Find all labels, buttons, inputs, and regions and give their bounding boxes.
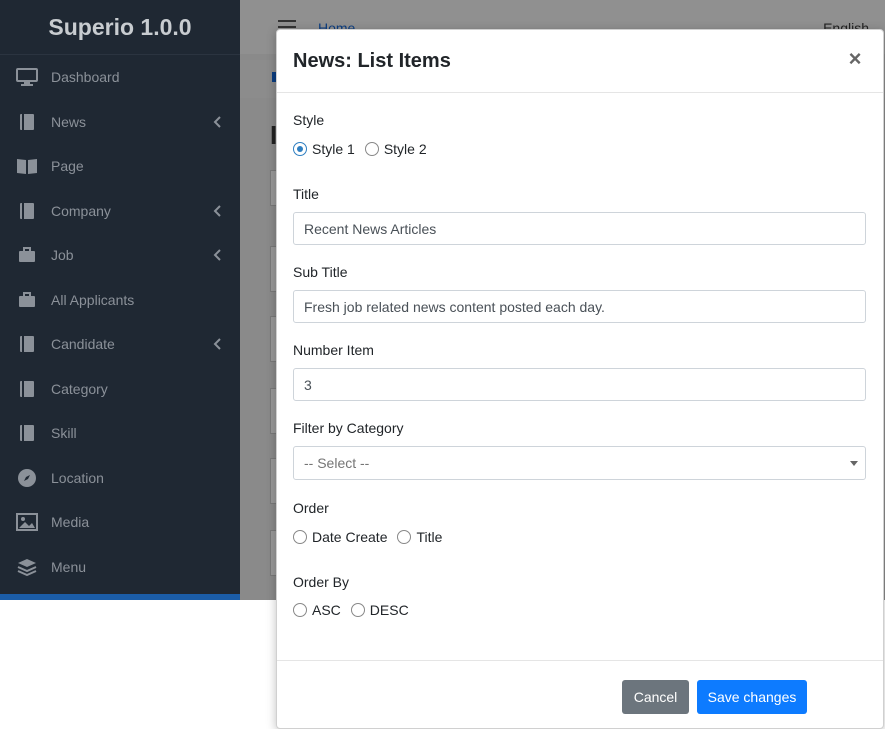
modal-footer: Cancel Save changes — [277, 660, 883, 729]
sidebar-item-candidate[interactable]: Candidate — [0, 322, 240, 367]
sidebar-item-category[interactable]: Category — [0, 367, 240, 412]
sidebar-item-news[interactable]: News — [0, 100, 240, 145]
sidebar-item-label: Company — [51, 202, 111, 219]
filter-category-select[interactable]: -- Select -- — [293, 446, 866, 480]
sidebar-item-label: Media — [51, 514, 90, 531]
sidebar-item-label: Skill — [51, 425, 77, 442]
sidebar-item-page[interactable]: Page — [0, 144, 240, 189]
chevron-left-icon — [213, 249, 221, 261]
order-by-asc-radio[interactable] — [293, 603, 307, 617]
sidebar: Superio 1.0.0 Dashboard News Page Compan… — [0, 0, 240, 600]
subtitle-input[interactable] — [293, 290, 866, 323]
save-changes-button[interactable]: Save changes — [697, 680, 807, 714]
close-icon[interactable]: × — [845, 48, 865, 72]
order-date-create-radio[interactable] — [293, 530, 307, 544]
sidebar-item-label: Category — [51, 380, 108, 397]
list-items-modal: News: List Items × Style Style 1 Style 2… — [276, 29, 884, 729]
sidebar-item-label: Job — [51, 247, 74, 264]
dropdown-caret-icon — [850, 461, 858, 466]
order-by-desc-radio[interactable] — [350, 603, 365, 617]
book-icon — [16, 335, 38, 353]
monitor-icon — [16, 68, 38, 87]
brand-title: Superio 1.0.0 — [0, 0, 240, 55]
number-item-label: Number Item — [293, 342, 374, 358]
order-title-radio[interactable] — [397, 530, 412, 544]
sidebar-item-label: Menu — [51, 558, 87, 575]
sidebar-item-label: Candidate — [51, 336, 115, 353]
order-title-label[interactable]: Title — [416, 529, 442, 545]
order-by-asc-label[interactable]: ASC — [312, 602, 341, 618]
style-1-label[interactable]: Style 1 — [312, 141, 355, 157]
style-label: Style — [293, 112, 325, 128]
image-icon — [16, 513, 38, 532]
order-radio-group: Date Create Title — [293, 529, 452, 545]
sidebar-item-menu[interactable]: Menu — [0, 545, 240, 590]
compass-icon — [16, 468, 38, 487]
style-radio-group: Style 1 Style 2 — [293, 141, 437, 157]
title-input[interactable] — [293, 212, 866, 245]
sidebar-item-job[interactable]: Job — [0, 233, 240, 278]
style-1-radio[interactable] — [293, 142, 307, 156]
title-label: Title — [293, 186, 319, 202]
order-by-label: Order By — [293, 574, 350, 590]
sidebar-item-dashboard[interactable]: Dashboard — [0, 55, 240, 100]
order-label: Order — [293, 500, 329, 516]
book-icon — [16, 380, 38, 398]
sidebar-item-label: Page — [51, 158, 84, 175]
sidebar-item-label: Location — [51, 469, 104, 486]
layers-icon — [16, 558, 38, 576]
sidebar-item-label: All Applicants — [51, 291, 135, 308]
filter-category-value: -- Select -- — [304, 455, 370, 471]
book-icon — [16, 202, 38, 220]
sidebar-item-label: News — [51, 113, 87, 130]
sidebar-item-company[interactable]: Company — [0, 189, 240, 234]
style-2-label[interactable]: Style 2 — [384, 141, 427, 157]
cancel-button[interactable]: Cancel — [622, 680, 689, 714]
sidebar-active-item[interactable] — [0, 594, 240, 600]
style-2-radio[interactable] — [364, 142, 379, 156]
sidebar-item-location[interactable]: Location — [0, 456, 240, 501]
briefcase-icon — [16, 246, 38, 264]
subtitle-label: Sub Title — [293, 264, 348, 280]
modal-title: News: List Items — [293, 50, 451, 72]
book-icon — [16, 424, 38, 442]
number-item-input[interactable] — [293, 368, 866, 401]
briefcase-icon — [16, 291, 38, 309]
open-book-icon — [16, 157, 38, 175]
order-date-create-label[interactable]: Date Create — [312, 529, 387, 545]
sidebar-item-skill[interactable]: Skill — [0, 411, 240, 456]
sidebar-item-label: Dashboard — [51, 69, 120, 86]
sidebar-nav: Dashboard News Page Company Job All Appl… — [0, 55, 240, 589]
chevron-left-icon — [213, 338, 221, 350]
sidebar-item-media[interactable]: Media — [0, 500, 240, 545]
sidebar-item-all-applicants[interactable]: All Applicants — [0, 278, 240, 323]
filter-category-label: Filter by Category — [293, 420, 404, 436]
order-by-desc-label[interactable]: DESC — [370, 602, 409, 618]
chevron-left-icon — [213, 116, 221, 128]
chevron-left-icon — [213, 205, 221, 217]
order-by-radio-group: ASC DESC — [293, 602, 419, 618]
book-icon — [16, 113, 38, 131]
modal-header: News: List Items × — [277, 30, 883, 93]
